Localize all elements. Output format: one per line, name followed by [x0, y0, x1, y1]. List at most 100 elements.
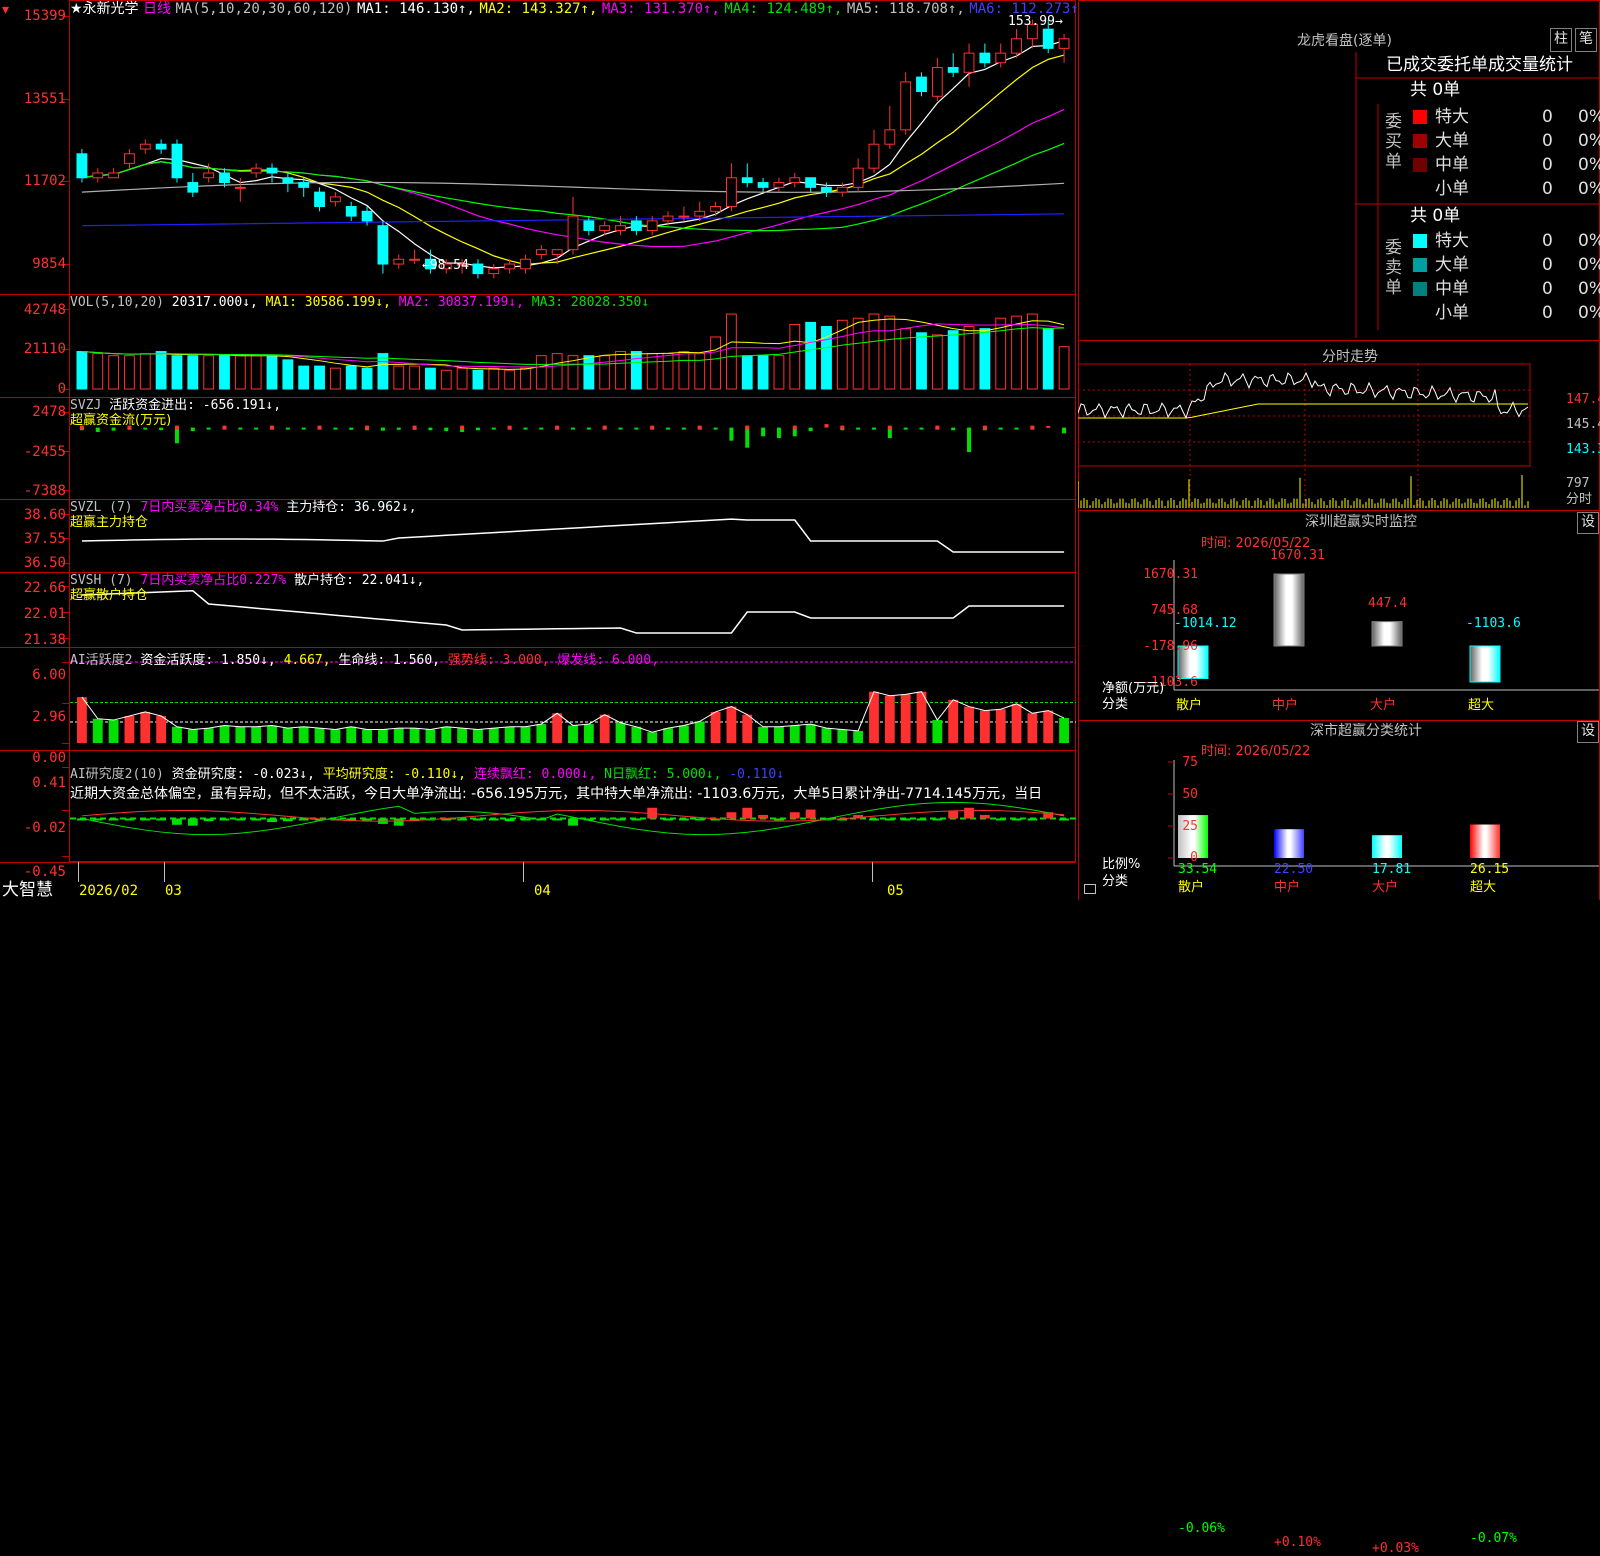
order-pct: 0%: [1578, 178, 1600, 200]
svsh-title: SVSH (7): [70, 573, 133, 588]
date-axis-month: 03: [165, 883, 182, 899]
sz-class-axis-label: 25: [1182, 819, 1198, 834]
ai-active-bar: [93, 719, 103, 743]
ai-active-bar: [980, 711, 990, 743]
ai-active-bar: [330, 730, 340, 744]
ai-active-bar: [457, 728, 467, 743]
ai-active-bar: [283, 728, 293, 743]
candle-body: [362, 211, 372, 221]
candle-body: [299, 183, 309, 188]
sz-monitor-bar-value: -1103.6: [1466, 616, 1521, 631]
stock-name[interactable]: ★永新光学: [70, 1, 139, 17]
ai-research-bar: [172, 819, 182, 825]
sz-monitor-settings-button[interactable]: 设: [1577, 512, 1599, 534]
volume-bar: [584, 356, 594, 389]
ai-active-bar: [647, 732, 657, 743]
lhb-stat-tabs[interactable]: 已成交委托单成交量统计: [1386, 55, 1573, 75]
candle-body: [93, 173, 103, 178]
ai-research-bar: [964, 808, 974, 819]
kline-chart-area[interactable]: [0, 0, 1078, 882]
ai-research-bar: [362, 819, 372, 821]
volume-bar: [362, 368, 372, 389]
ai-active-bar: [885, 696, 895, 743]
svzj-bar: [714, 428, 718, 430]
ai-active-bar: [1012, 704, 1022, 743]
pen-view-button[interactable]: 笔: [1575, 28, 1597, 52]
ai-research-bar: [742, 808, 752, 819]
candle-body: [521, 259, 531, 269]
sz-class-axis-label: 75: [1182, 755, 1198, 770]
candle-body: [774, 183, 784, 188]
ai-active-bar: [426, 730, 436, 744]
volume-bar: [125, 356, 135, 389]
candle-body: [869, 144, 879, 168]
svsh-line: [82, 591, 1064, 633]
sz-class-settings-button[interactable]: 设: [1577, 721, 1599, 743]
candle-body: [283, 178, 293, 183]
svzj-bar: [824, 424, 828, 427]
intraday-axis-label: 143.3: [1566, 442, 1600, 457]
ai-research-bar: [267, 819, 277, 823]
sell-total: 共 0单: [1410, 206, 1460, 226]
candle-body: [964, 53, 974, 72]
bar-view-button[interactable]: 柱: [1550, 28, 1572, 52]
ai-research-title: AI研究度2(10): [70, 767, 164, 782]
sz-monitor-title: 深圳超赢实时监控: [1305, 514, 1417, 530]
ai-active-bar: [616, 723, 626, 743]
low-price-annotation: ←98.54: [422, 258, 469, 273]
sz-class-bar-value: 33.54: [1178, 862, 1217, 877]
volume-bar: [600, 356, 610, 389]
ai-active-bar: [362, 730, 372, 744]
candle-body: [267, 168, 277, 173]
svzj-axis-label: 2478: [32, 404, 66, 420]
svzj-bar: [603, 426, 607, 430]
ai-research-bar: [631, 819, 641, 821]
ai-active-bar: [267, 725, 277, 743]
svzj-bar: [920, 428, 924, 430]
order-size-swatch: [1413, 182, 1427, 196]
svzj-bar: [254, 428, 258, 430]
ai-research-bar: [473, 819, 483, 821]
candle-body: [330, 197, 340, 202]
intraday-price-frame: [1078, 364, 1530, 466]
svzj-bar: [761, 428, 765, 437]
sz-class-bar-delta: +0.10%: [1274, 1535, 1321, 1550]
svzj-title: SVZJ: [70, 398, 101, 413]
order-size-swatch: [1413, 258, 1427, 272]
order-pct: 0%: [1578, 302, 1600, 324]
sz-monitor-axis-label: -178.96: [1143, 639, 1198, 654]
candle-body: [616, 226, 626, 231]
candle-body: [156, 144, 166, 149]
volume-bar: [536, 356, 546, 389]
svsh-axis-label: 21.38: [24, 632, 66, 648]
ai-research-bar: [220, 819, 230, 821]
candle-body: [568, 216, 578, 250]
volume-bar: [869, 314, 879, 389]
svzj-bar: [460, 426, 464, 430]
candle-body: [631, 221, 641, 231]
ai-active-bar: [552, 713, 562, 743]
sz-class-bar-rect: [1372, 835, 1402, 858]
lhb-panel-border: [1079, 1, 1600, 341]
order-pct: 0%: [1578, 254, 1600, 276]
volume-bar: [932, 335, 942, 389]
vol-value: 20317.000↓,: [172, 295, 258, 310]
order-pct: 0%: [1578, 154, 1600, 176]
candle-body: [140, 144, 150, 149]
ai-research-bar: [109, 819, 119, 821]
period-label[interactable]: 日线: [143, 1, 171, 17]
svzj-bar: [381, 428, 385, 431]
svzj-bar: [175, 426, 179, 430]
ai-research-bar: [774, 819, 784, 821]
volume-bar: [188, 356, 198, 389]
sz-class-bar-category: 中户: [1274, 880, 1300, 895]
ai-active-bar: [695, 721, 705, 743]
volume-bar: [394, 366, 404, 389]
sz-monitor-bar-value: -1014.12: [1174, 616, 1237, 631]
ai-active-bar: [790, 725, 800, 743]
ai-active-bar: [1059, 718, 1069, 743]
vol-ma3: MA3: 28028.350↓: [532, 295, 649, 310]
sz-monitor-bar-value: 447.4: [1368, 596, 1407, 611]
svzj-bar: [365, 426, 369, 430]
ai-research-bar: [204, 819, 214, 822]
